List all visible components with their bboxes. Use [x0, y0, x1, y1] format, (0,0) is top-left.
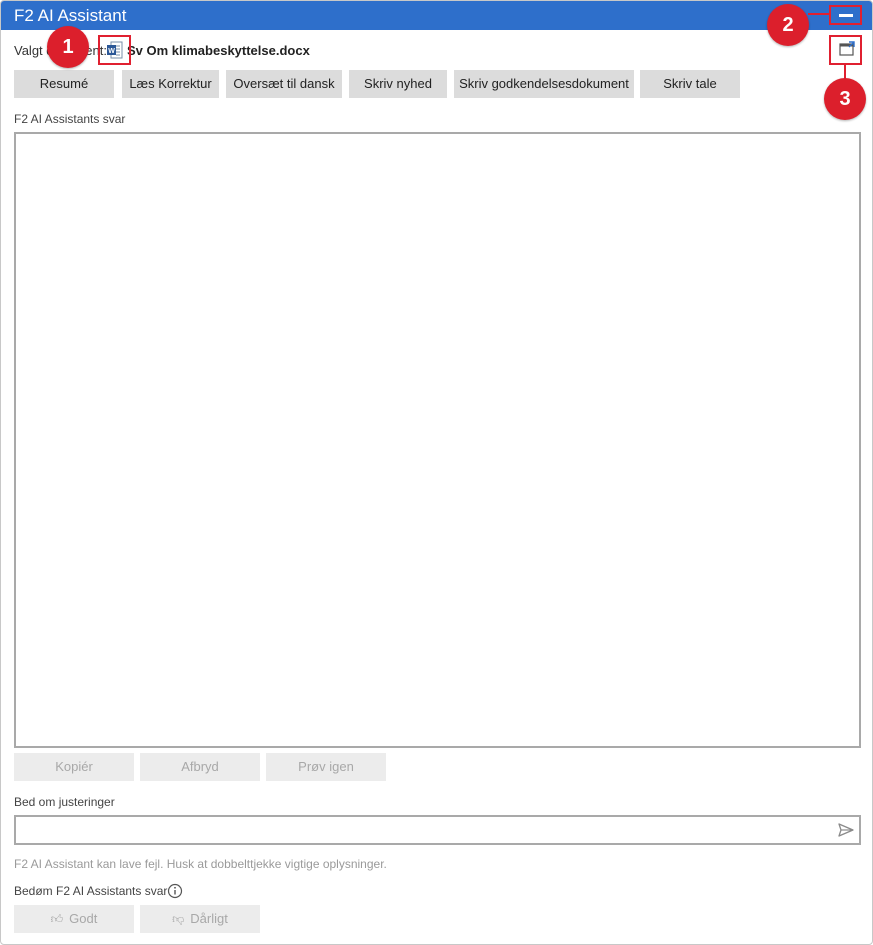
rate-bad-button[interactable]: 👎︎ Dårligt: [140, 905, 260, 933]
rate-good-button[interactable]: 👍︎ Godt: [14, 905, 134, 933]
summary-button[interactable]: Resumé: [14, 70, 114, 98]
callout-badge-3: 3: [824, 78, 866, 120]
callout-highlight-2: [829, 5, 862, 25]
retry-button[interactable]: Prøv igen: [266, 753, 386, 781]
translate-danish-button[interactable]: Oversæt til dansk: [226, 70, 342, 98]
send-icon[interactable]: [838, 822, 854, 838]
thumbs-down-icon: 👎︎: [172, 912, 185, 926]
write-news-button[interactable]: Skriv nyhed: [349, 70, 447, 98]
disclaimer-text: F2 AI Assistant kan lave fejl. Husk at d…: [14, 857, 387, 871]
title-bar: F2 AI Assistant: [1, 1, 872, 30]
rate-good-label: Godt: [69, 911, 98, 926]
callout-highlight-1: [98, 35, 131, 65]
write-speech-button[interactable]: Skriv tale: [640, 70, 740, 98]
callout-line-2: [808, 13, 830, 15]
abort-button[interactable]: Afbryd: [140, 753, 260, 781]
adjust-label: Bed om justeringer: [14, 795, 115, 809]
window-title: F2 AI Assistant: [14, 6, 127, 25]
selected-document-name[interactable]: Sv Om klimabeskyttelse.docx: [127, 43, 310, 58]
rating-label: Bedøm F2 AI Assistants svar: [14, 884, 168, 898]
info-icon[interactable]: [167, 883, 183, 899]
callout-badge-1: 1: [47, 26, 89, 68]
adjust-field[interactable]: [14, 815, 861, 845]
thumbs-up-icon: 👍︎: [50, 912, 64, 926]
copy-button[interactable]: Kopiér: [14, 753, 134, 781]
adjust-input[interactable]: [20, 820, 824, 842]
write-approval-document-button[interactable]: Skriv godkendelsesdokument: [454, 70, 634, 98]
proofread-button[interactable]: Læs Korrektur: [122, 70, 219, 98]
response-label: F2 AI Assistants svar: [14, 112, 126, 126]
callout-badge-2: 2: [767, 4, 809, 46]
callout-highlight-3: [829, 35, 862, 65]
rate-bad-label: Dårligt: [190, 911, 228, 926]
assistant-window: F2 AI Assistant Valgt dokument: Sv Om kl…: [0, 0, 873, 945]
response-textarea[interactable]: [14, 132, 861, 748]
